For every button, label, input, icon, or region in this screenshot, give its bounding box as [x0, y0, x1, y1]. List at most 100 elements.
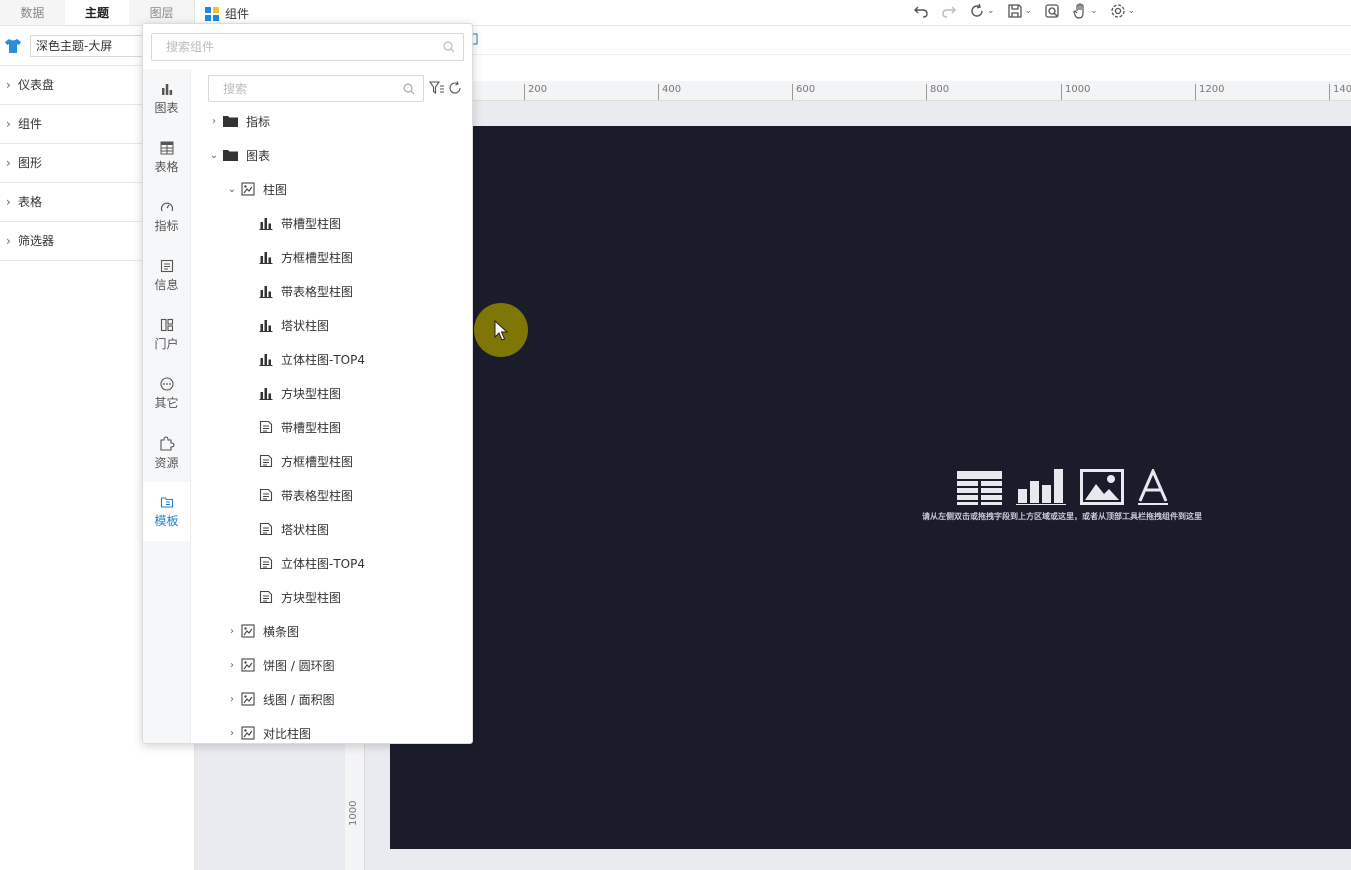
category-metric[interactable]: 指标 [143, 187, 190, 246]
category-info[interactable]: 信息 [143, 246, 190, 305]
template-icon [160, 496, 173, 508]
ruler-label: 400 [658, 84, 681, 100]
tree-item-icon [241, 658, 255, 672]
ruler-label: 1200 [1195, 84, 1224, 100]
ruler-label: 200 [524, 84, 547, 100]
undo-icon [914, 6, 928, 18]
save-icon [1007, 4, 1022, 18]
tree-search-input[interactable] [209, 76, 391, 101]
filter-list-icon[interactable] [429, 81, 445, 95]
tree-item[interactable]: › 线图 / 面积图 [199, 682, 469, 716]
template-doc-icon [259, 454, 273, 468]
folder-icon [223, 116, 238, 127]
tab-theme[interactable]: 主题 [64, 0, 130, 25]
category-label: 指标 [154, 218, 179, 233]
tree-item[interactable]: 塔状柱图 [199, 308, 469, 342]
tree-item[interactable]: 立体柱图-TOP4 [199, 342, 469, 376]
tree-item[interactable]: 带表格型柱图 [199, 478, 469, 512]
category-resource[interactable]: 资源 [143, 423, 190, 482]
tree-search [208, 75, 424, 102]
tree-item-label: 饼图 / 圆环图 [263, 658, 335, 673]
tree-item[interactable]: ⌄ 柱图 [199, 172, 469, 206]
component-search-input[interactable] [152, 34, 417, 60]
chart-group-icon [241, 726, 255, 740]
section-label: 图形 [18, 156, 43, 170]
search-icon[interactable] [403, 83, 415, 95]
tree-item-label: 带表格型柱图 [281, 284, 354, 299]
chevron-right-icon[interactable]: › [207, 116, 221, 127]
tree-item-icon [241, 624, 255, 638]
bar-chart-icon [259, 388, 273, 400]
drop-hint: 请从左侧双击或拖拽字段到上方区域或这里，或者从顶部工具栏拖拽组件到这里 [922, 512, 1202, 521]
save-button[interactable]: ⌄ [1007, 3, 1032, 19]
tree-item[interactable]: 方框槽型柱图 [199, 444, 469, 478]
puzzle-icon [159, 435, 175, 451]
template-tree: › 指标 ⌄ 图表 ⌄ 柱图 带槽型柱图 方框槽型柱图 带表格型柱图 塔状柱图 立体柱图-TOP4 方… [199, 104, 469, 743]
tree-tools [429, 81, 462, 95]
category-label: 信息 [154, 277, 179, 292]
tree-item-label: 带表格型柱图 [281, 488, 354, 503]
tree-item[interactable]: › 饼图 / 圆环图 [199, 648, 469, 682]
template-doc-icon [259, 420, 273, 434]
tree-item-label: 指标 [246, 114, 271, 129]
chevron-down-icon[interactable]: ⌄ [207, 150, 221, 161]
chevron-right-icon: › [6, 195, 11, 209]
chevron-right-icon[interactable]: › [225, 626, 239, 637]
bar-chart-icon [259, 286, 273, 298]
tab-layers[interactable]: 图层 [129, 0, 194, 25]
bar-chart-icon [1015, 469, 1066, 505]
category-other[interactable]: 其它 [143, 364, 190, 423]
component-search [151, 33, 464, 61]
category-chart[interactable]: 图表 [143, 69, 190, 128]
tree-item-label: 塔状柱图 [281, 318, 330, 333]
template-doc-icon [259, 590, 273, 604]
chart-group-icon [241, 624, 255, 638]
chevron-down-icon[interactable]: ⌄ [225, 184, 239, 195]
search-icon[interactable] [443, 41, 455, 53]
tree-item-label: 对比柱图 [263, 726, 312, 741]
tree-item[interactable]: › 横条图 [199, 614, 469, 648]
table-icon [160, 141, 173, 154]
preview-button[interactable] [1044, 3, 1060, 19]
hand-tool-button[interactable]: ⌄ [1072, 3, 1098, 19]
component-popup: 图表 表格 指标 信息 门户 其它 资源 模板 [142, 23, 473, 744]
template-doc-icon [259, 488, 273, 502]
tree-item-icon [259, 284, 273, 298]
chevron-down-icon: ⌄ [1127, 6, 1136, 16]
tree-item-label: 方块型柱图 [281, 590, 342, 605]
category-table[interactable]: 表格 [143, 128, 190, 187]
tree-item[interactable]: › 指标 [199, 104, 469, 138]
hand-icon [1073, 3, 1084, 19]
ruler-label: 600 [792, 84, 815, 100]
category-template[interactable]: 模板 [143, 482, 190, 541]
chevron-right-icon[interactable]: › [225, 728, 239, 739]
tree-item[interactable]: 塔状柱图 [199, 512, 469, 546]
tree-item-icon [259, 352, 273, 366]
tree-item[interactable]: 带槽型柱图 [199, 206, 469, 240]
dashboard-canvas[interactable]: 请从左侧双击或拖拽字段到上方区域或这里，或者从顶部工具栏拖拽组件到这里 [390, 126, 1351, 849]
tree-item[interactable]: 方块型柱图 [199, 580, 469, 614]
chevron-right-icon[interactable]: › [225, 694, 239, 705]
category-portal[interactable]: 门户 [143, 305, 190, 364]
tree-item[interactable]: 方框槽型柱图 [199, 240, 469, 274]
tab-data[interactable]: 数据 [0, 0, 65, 25]
tree-item[interactable]: › 对比柱图 [199, 716, 469, 743]
tree-item[interactable]: 带表格型柱图 [199, 274, 469, 308]
placeholder-icons [917, 465, 1207, 505]
chart-group-icon [241, 692, 255, 706]
tree-item[interactable]: 立体柱图-TOP4 [199, 546, 469, 580]
refresh-icon[interactable] [448, 81, 462, 95]
tree-item-label: 立体柱图-TOP4 [281, 352, 365, 367]
redo-button[interactable] [941, 3, 957, 19]
undo-button[interactable] [913, 3, 929, 19]
folder-icon [223, 150, 238, 161]
tree-item[interactable]: 带槽型柱图 [199, 410, 469, 444]
component-title[interactable]: 组件 [205, 5, 249, 22]
tree-item-icon [259, 590, 273, 604]
settings-button[interactable]: ⌄ [1110, 3, 1136, 19]
chevron-right-icon[interactable]: › [225, 660, 239, 671]
tree-item[interactable]: 方块型柱图 [199, 376, 469, 410]
refresh-button[interactable]: ⌄ [969, 3, 995, 19]
tree-item[interactable]: ⌄ 图表 [199, 138, 469, 172]
portal-icon [160, 318, 173, 331]
